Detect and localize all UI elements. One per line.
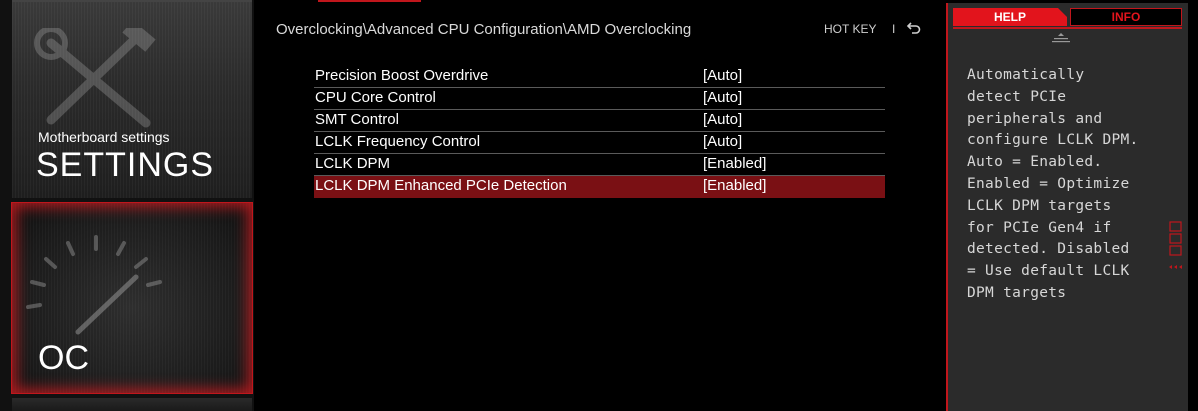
bios-window: Motherboard settings SETTINGS OC Overclo… — [0, 0, 1198, 411]
help-text: Automatically detect PCIe peripherals an… — [967, 67, 1139, 301]
menu-item-value[interactable]: [Auto] — [703, 89, 742, 106]
settings-tile[interactable]: Motherboard settings SETTINGS — [12, 0, 252, 198]
menu-item-label: LCLK Frequency Control — [315, 133, 481, 150]
menu-item-value[interactable]: [Enabled] — [703, 177, 766, 194]
next-tile[interactable] — [12, 398, 252, 411]
menu-item-label: CPU Core Control — [315, 89, 436, 106]
menu-row-lclk-dpm[interactable]: LCLK DPM [Enabled] — [314, 154, 885, 176]
settings-subtitle: Motherboard settings — [38, 129, 170, 145]
menu-item-label: LCLK DPM — [315, 155, 391, 172]
settings-menu: Precision Boost Overdrive [Auto] CPU Cor… — [314, 66, 885, 198]
breadcrumb: Overclocking\Advanced CPU Configuration\… — [276, 21, 692, 38]
tools-icon — [34, 28, 156, 128]
grip-handle-icon[interactable] — [1051, 32, 1071, 44]
back-arrow-icon[interactable] — [906, 20, 922, 36]
menu-row-precision-boost-overdrive[interactable]: Precision Boost Overdrive [Auto] — [314, 66, 885, 88]
tab-info[interactable]: INFO — [1070, 8, 1182, 26]
settings-title: SETTINGS — [36, 146, 215, 184]
help-panel: HELP INFO Automatically detect PCIe peri… — [946, 3, 1188, 411]
oc-tile[interactable]: OC — [12, 203, 252, 393]
tab-help[interactable]: HELP — [953, 8, 1067, 26]
menu-item-value[interactable]: [Enabled] — [703, 155, 766, 172]
menu-row-lclk-dpm-enhanced-pcie-detection[interactable]: LCLK DPM Enhanced PCIe Detection [Enable… — [314, 176, 885, 198]
hotkey-button[interactable]: HOT KEY — [824, 22, 876, 36]
hotkey-separator: I — [892, 22, 896, 36]
oc-title: OC — [38, 339, 89, 377]
menu-item-label: SMT Control — [315, 111, 399, 128]
menu-row-cpu-core-control[interactable]: CPU Core Control [Auto] — [314, 88, 885, 110]
menu-item-value[interactable]: [Auto] — [703, 133, 742, 150]
menu-item-label: LCLK DPM Enhanced PCIe Detection — [315, 177, 567, 194]
menu-item-value[interactable]: [Auto] — [703, 67, 742, 84]
menu-row-lclk-frequency-control[interactable]: LCLK Frequency Control [Auto] — [314, 132, 885, 154]
menu-row-smt-control[interactable]: SMT Control [Auto] — [314, 110, 885, 132]
top-accent-strip-active — [318, 0, 421, 2]
left-panel: Motherboard settings SETTINGS OC — [0, 0, 254, 411]
menu-item-label: Precision Boost Overdrive — [315, 67, 489, 84]
menu-item-value[interactable]: [Auto] — [703, 111, 742, 128]
tab-underline — [953, 27, 1182, 29]
speedometer-icon — [26, 235, 162, 335]
scroll-indicator-icon[interactable] — [1168, 221, 1184, 271]
